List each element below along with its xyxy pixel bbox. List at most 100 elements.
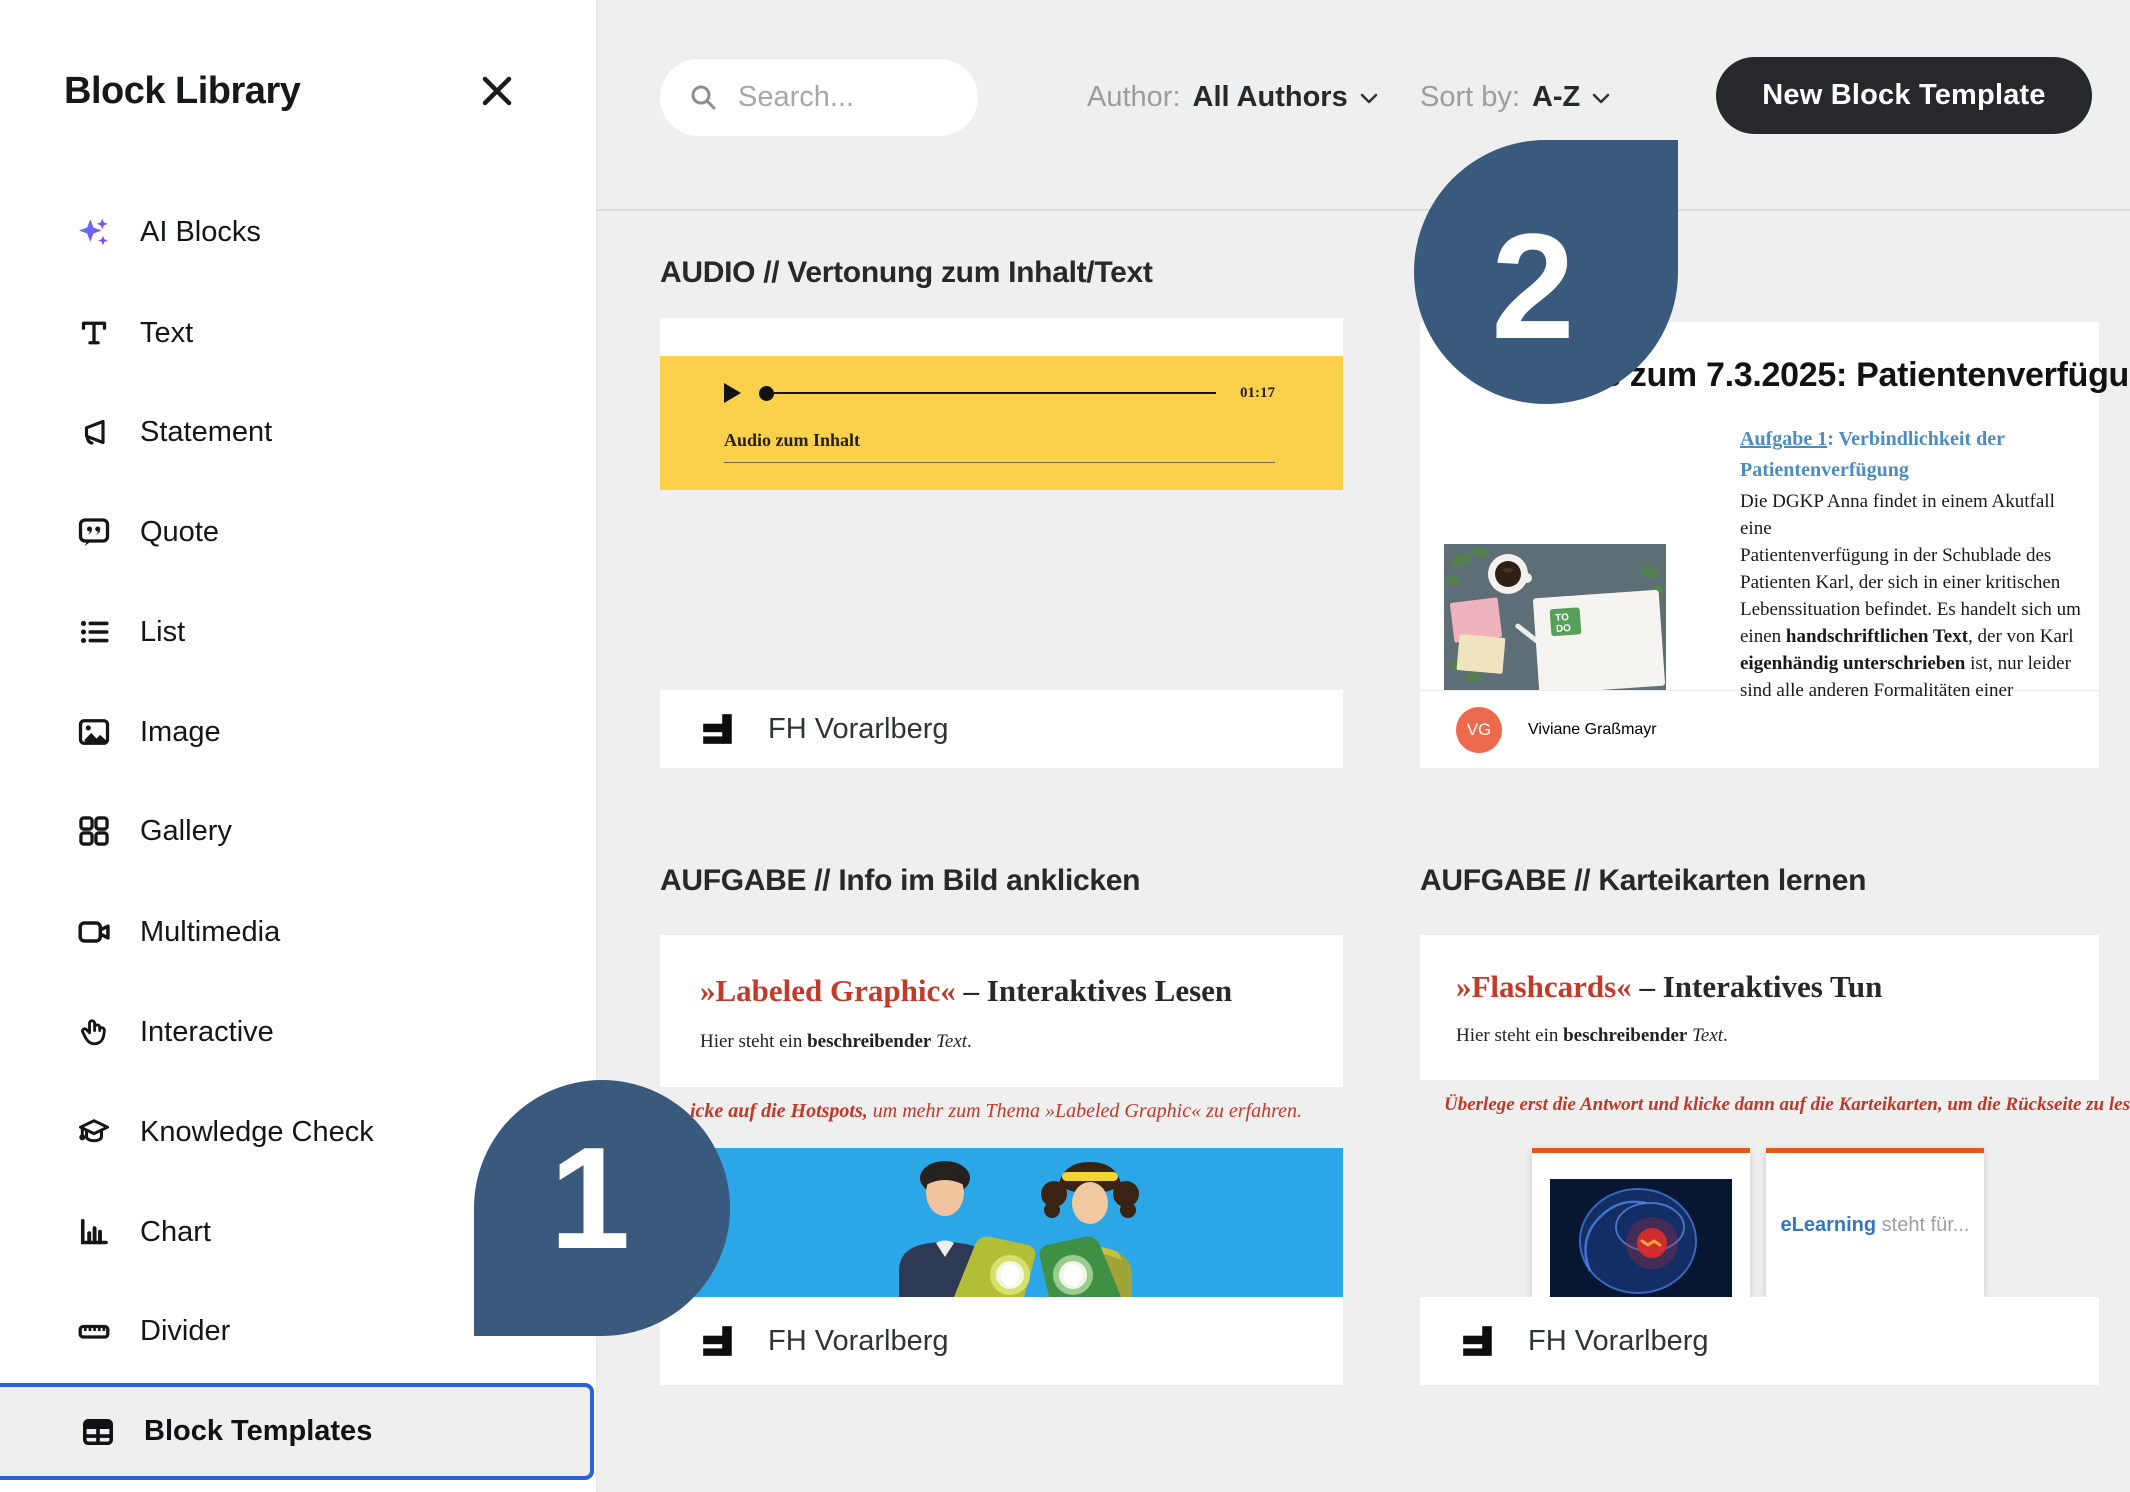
labeled-graphic-illustration <box>660 1148 1343 1297</box>
avatar: VG <box>1456 707 1502 753</box>
search-icon <box>688 82 720 114</box>
sidebar-item-label: Gallery <box>140 815 232 848</box>
sidebar-item-list[interactable]: List <box>0 582 596 682</box>
flashcard-back-text: eLearning steht für... <box>1781 1214 1970 1237</box>
quote-icon <box>76 514 112 550</box>
template-card-labeled-preview[interactable]: »Labeled Graphic« – Interaktives Lesen H… <box>660 935 1343 1087</box>
play-icon[interactable] <box>724 383 741 403</box>
sidebar-item-label: Image <box>140 716 221 749</box>
text-icon <box>76 315 112 351</box>
sidebar-item-label: Divider <box>140 1315 230 1348</box>
preview-body-text: Die DGKP Anna findet in einem Akutfall e… <box>1740 488 2090 704</box>
preview-instruction: Überlege erst die Antwort und klicke dan… <box>1444 1094 2130 1116</box>
annotation-step-1-badge: 1 <box>474 1080 730 1336</box>
audio-player-block: 01:17 Audio zum Inhalt <box>660 356 1343 490</box>
fhv-logo-icon <box>1460 1323 1496 1359</box>
sidebar-item-label: Statement <box>140 416 272 449</box>
fhv-logo-icon <box>700 711 736 747</box>
chevron-down-icon <box>1360 92 1378 104</box>
sidebar-item-label: Quote <box>140 516 219 549</box>
chevron-down-icon <box>1592 92 1610 104</box>
author-name: FH Vorarlberg <box>768 713 949 746</box>
author-name: FH Vorarlberg <box>1528 1325 1709 1358</box>
sidebar-item-label: Block Templates <box>144 1415 372 1448</box>
template-card-flashcards-footer[interactable]: FH Vorarlberg <box>1420 1297 2099 1385</box>
author-filter-label: Author: <box>1087 81 1181 114</box>
annotation-step-2-badge: 2 <box>1414 140 1678 404</box>
audio-caption-rule <box>724 462 1275 463</box>
flashcard-back[interactable]: eLearning steht für... <box>1766 1148 1984 1297</box>
new-block-template-button[interactable]: New Block Template <box>1716 57 2092 134</box>
sidebar-item-multimedia[interactable]: Multimedia <box>0 882 596 982</box>
audio-caption: Audio zum Inhalt <box>724 430 860 451</box>
sidebar-item-text[interactable]: Text <box>0 283 596 383</box>
cream-sticky-note <box>1457 634 1506 674</box>
template-card-flashcards-preview[interactable]: »Flashcards« – Interaktives Tun Hier ste… <box>1420 935 2099 1080</box>
topbar-divider <box>596 209 2130 211</box>
bar-chart-icon <box>76 1214 112 1250</box>
close-button[interactable] <box>474 68 520 114</box>
preview-description: Hier steht ein beschreibender Text. <box>700 1031 972 1053</box>
sidebar-item-statement[interactable]: Statement <box>0 382 596 482</box>
pointer-hand-icon <box>76 1014 112 1050</box>
page-title: Block Library <box>64 70 300 113</box>
annotation-step-1-number: 1 <box>550 1115 631 1282</box>
todo-paper: TO DO <box>1533 590 1665 690</box>
sort-dropdown[interactable]: Sort by: A-Z <box>1420 59 1610 136</box>
author-name: FH Vorarlberg <box>768 1325 949 1358</box>
gallery-icon <box>76 813 112 849</box>
sort-label: Sort by: <box>1420 81 1520 114</box>
author-filter-value: All Authors <box>1193 81 1348 114</box>
todo-label-line2: DO <box>1556 623 1572 635</box>
author-filter-dropdown[interactable]: Author: All Authors <box>1087 59 1378 136</box>
audio-player-controls: 01:17 <box>724 382 1275 404</box>
sidebar-item-quote[interactable]: Quote <box>0 482 596 582</box>
sidebar-item-interactive[interactable]: Interactive <box>0 982 596 1082</box>
audio-duration: 01:17 <box>1240 385 1275 402</box>
preview-title: »Flashcards« – Interaktives Tun <box>1456 969 1882 1005</box>
sidebar-item-label: Text <box>140 317 193 350</box>
template-card-audio-preview[interactable]: 01:17 Audio zum Inhalt <box>660 318 1343 490</box>
section-title-audio: AUDIO // Vertonung zum Inhalt/Text <box>660 256 1153 290</box>
preview-description: Hier steht ein beschreibender Text. <box>1456 1025 1728 1047</box>
flashcard-front[interactable] <box>1532 1148 1750 1297</box>
preview-link: Aufgabe 1: Verbindlichkeit der Patienten… <box>1740 424 2005 486</box>
fhv-logo-icon <box>700 1323 736 1359</box>
sidebar-item-image[interactable]: Image <box>0 682 596 782</box>
graduation-cap-icon <box>76 1114 112 1150</box>
sidebar-item-label: AI Blocks <box>140 216 261 249</box>
template-card-audio-footer[interactable]: FH Vorarlberg <box>660 690 1343 768</box>
sidebar-item-ai-blocks[interactable]: AI Blocks <box>0 182 596 282</box>
block-library-screen: Block Library AI Blocks Text <box>0 0 2130 1492</box>
search-input[interactable] <box>736 80 940 115</box>
author-name: Viviane Graßmayr <box>1528 721 1657 739</box>
sidebar-item-block-templates[interactable]: Block Templates <box>0 1383 594 1480</box>
sparkles-icon <box>76 214 112 250</box>
desk-photo: TO DO <box>1444 544 1666 690</box>
image-icon <box>76 714 112 750</box>
sidebar-item-label: Chart <box>140 1216 211 1249</box>
preview-title: s zum 7.3.2025: Patientenverfügung <box>1602 356 2130 395</box>
annotation-step-2-number: 2 <box>1491 200 1574 373</box>
template-card-labeled-footer[interactable]: FH Vorarlberg <box>660 1297 1343 1385</box>
sidebar-item-label: Interactive <box>140 1016 274 1049</box>
megaphone-icon <box>76 414 112 450</box>
search-box[interactable] <box>660 59 978 136</box>
preview-title: »Labeled Graphic« – Interaktives Lesen <box>700 973 1232 1009</box>
video-camera-icon <box>76 914 112 950</box>
sidebar-item-label: Knowledge Check <box>140 1116 374 1149</box>
sidebar-item-gallery[interactable]: Gallery <box>0 781 596 881</box>
ruler-icon <box>76 1313 112 1349</box>
list-icon <box>76 614 112 650</box>
section-title-labeled: AUFGABE // Info im Bild anklicken <box>660 864 1140 898</box>
audio-progress-handle[interactable] <box>759 386 774 401</box>
audio-progress-track[interactable] <box>774 392 1216 394</box>
close-icon <box>474 68 520 114</box>
table-icon <box>80 1414 116 1450</box>
sidebar-item-label: Multimedia <box>140 916 280 949</box>
section-title-flashcards: AUFGABE // Karteikarten lernen <box>1420 864 1866 898</box>
sidebar-item-label: List <box>140 616 185 649</box>
brain-scan-image <box>1550 1179 1732 1297</box>
preview-instruction: icke auf die Hotspots, um mehr zum Thema… <box>690 1100 1302 1123</box>
sort-value: A-Z <box>1532 81 1580 114</box>
